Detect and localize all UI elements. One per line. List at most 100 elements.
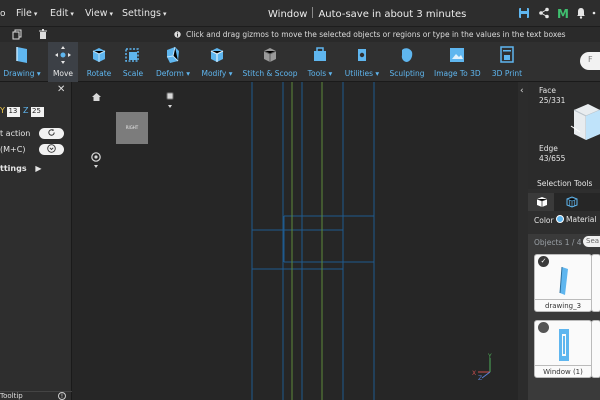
object-card-label: drawing_3 <box>535 299 591 311</box>
tool-3d-print[interactable]: 3D Print <box>490 42 524 82</box>
unchecked-icon <box>538 322 549 333</box>
autosave-status: Auto-save in about 3 minutes <box>318 9 467 20</box>
axis-z-label: Z <box>478 375 482 380</box>
window-title: Window Auto-save in about 3 minutes <box>268 7 467 20</box>
share-icon[interactable] <box>538 7 550 19</box>
axis-y-label: Y <box>487 353 492 360</box>
color-swatch[interactable] <box>556 215 564 223</box>
cube-icon <box>536 197 548 207</box>
z-axis-label: Z <box>22 106 29 115</box>
move-icon <box>55 46 71 64</box>
object-card-partial[interactable] <box>591 320 600 378</box>
tool-modify[interactable]: Modify ▾ <box>198 42 236 82</box>
more-icon[interactable] <box>592 7 600 19</box>
menu-bar: o File ▾ Edit ▾ View ▾ Settings ▾ Window Auto… <box>0 0 600 26</box>
tool-deform[interactable]: Deform ▾ <box>152 42 194 82</box>
reset-button[interactable] <box>39 128 64 139</box>
tool-scale[interactable]: Scale <box>118 42 148 82</box>
z-field[interactable]: 25 <box>31 107 45 117</box>
drawing-icon <box>16 47 27 63</box>
object-card-drawing-3[interactable]: ✓ drawing_3 <box>534 254 592 312</box>
color-label: Color <box>534 216 554 225</box>
3d-viewport[interactable]: RIGHT Y X Z <box>72 82 518 400</box>
tool-tools[interactable]: Tools ▾ <box>302 42 338 82</box>
action-label: t action <box>0 129 31 138</box>
tools-icon <box>314 47 326 61</box>
stitch-scoop-icon <box>263 48 277 62</box>
3d-print-icon <box>500 46 514 63</box>
object-card-partial[interactable] <box>591 254 600 312</box>
refresh-icon <box>48 128 55 136</box>
play-arrow-icon: ▶ <box>35 164 42 173</box>
object-card-label: Window (1) <box>535 365 591 377</box>
collapse-button[interactable] <box>39 144 64 155</box>
deform-icon <box>166 46 179 63</box>
menu-item-view[interactable]: View ▾ <box>85 8 113 19</box>
copy-icon[interactable] <box>12 29 22 40</box>
tool-drawing[interactable]: Drawing ▾ <box>0 42 44 82</box>
face-count: 25/331 <box>539 96 566 105</box>
shortcut-label: (M+C) <box>0 145 26 154</box>
image-to-3d-icon <box>450 48 464 62</box>
axis-x-label: X <box>472 370 476 377</box>
objects-panel: Objects 1 / 4 Sea ✓ drawing_3 Window (1) <box>528 234 600 400</box>
object-thumbnail-icon <box>559 266 568 295</box>
search-input[interactable]: F <box>580 52 600 70</box>
window-thumbnail-icon <box>559 329 569 361</box>
brand-m-icon[interactable]: M <box>556 7 568 19</box>
close-icon[interactable]: ✕ <box>57 84 65 95</box>
axis-triad: Y X Z <box>472 353 492 380</box>
tab-object[interactable] <box>528 193 554 211</box>
position-fields: Y 13 Z 25 <box>0 106 45 117</box>
right-panel-toggle[interactable]: ‹ <box>518 82 528 400</box>
objects-count: Objects 1 / 4 <box>534 238 582 247</box>
check-icon: ✓ <box>538 256 549 267</box>
menu-file[interactable]: o <box>0 8 6 19</box>
chevron-left-icon: ‹ <box>520 86 524 96</box>
y-axis-label: Y <box>0 106 5 115</box>
bell-icon[interactable] <box>575 7 587 19</box>
scale-icon <box>125 48 139 62</box>
tool-utilities[interactable]: Utilities ▾ <box>342 42 382 82</box>
utilities-icon <box>358 49 366 61</box>
sculpting-icon <box>401 48 413 62</box>
modify-icon <box>210 48 224 62</box>
face-label: Face <box>539 86 556 95</box>
object-card-window-1[interactable]: Window (1) <box>534 320 592 378</box>
panel-tabs <box>528 193 600 211</box>
y-field[interactable]: 13 <box>7 107 21 117</box>
right-panel: Face 25/331 Edge 43/655 Selection Tools … <box>528 82 600 400</box>
tool-sculpting[interactable]: Sculpting <box>388 42 426 82</box>
rotate-icon <box>92 48 106 62</box>
menu-item-edit[interactable]: Edit ▾ <box>50 8 74 19</box>
app-window: o File ▾ Edit ▾ View ▾ Settings ▾ Window Auto… <box>0 0 600 400</box>
toolbar: Drawing ▾ Move Rotate Scale Deform ▾ Mod… <box>0 42 600 82</box>
tool-rotate[interactable]: Rotate <box>84 42 114 82</box>
menu-item-settings[interactable]: Settings ▾ <box>122 8 166 19</box>
menu-item-file[interactable]: File ▾ <box>16 8 37 19</box>
tooltip-footer: Tooltip! <box>0 391 72 400</box>
save-icon[interactable] <box>518 7 530 19</box>
objects-search-input[interactable]: Sea <box>583 236 600 247</box>
color-material-row: Color Material <box>528 212 600 230</box>
tool-move[interactable]: Move <box>48 42 78 82</box>
svg-text:M: M <box>557 7 568 19</box>
info-icon[interactable]: ! <box>58 392 66 400</box>
selection-preview: Face 25/331 Edge 43/655 Selection Tools <box>528 82 600 189</box>
selection-tools-label: Selection Tools <box>537 179 593 188</box>
trash-icon[interactable] <box>38 29 48 40</box>
tool-image-to-3d[interactable]: Image To 3D <box>434 42 481 82</box>
left-panel: ✕ Y 13 Z 25 t action (M+C) ttings ▶ Tool… <box>0 82 72 400</box>
hint-info-icon <box>174 31 181 38</box>
settings-section[interactable]: ttings ▶ <box>0 164 42 173</box>
chevron-down-icon <box>47 144 56 153</box>
hint-text: Click and drag gizmos to move the select… <box>186 30 566 39</box>
tab-layers[interactable] <box>558 193 584 211</box>
tool-stitch-scoop[interactable]: Stitch & Scoop <box>242 42 298 82</box>
edge-count: 43/655 <box>539 154 566 163</box>
edge-label: Edge <box>539 144 558 153</box>
hint-bar: Click and drag gizmos to move the select… <box>0 26 600 42</box>
model-wireframe <box>251 82 375 400</box>
layers-icon <box>566 196 578 208</box>
material-label: Material <box>566 215 597 224</box>
